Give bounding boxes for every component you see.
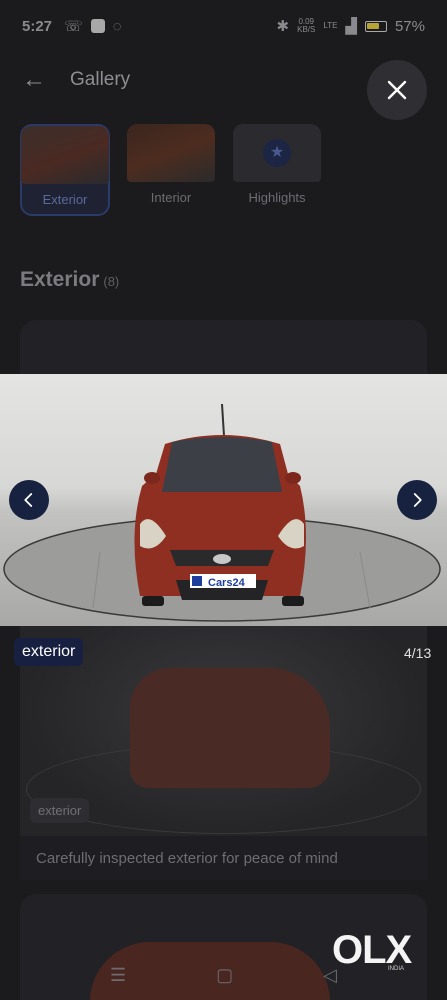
tab-exterior[interactable]: Exterior (20, 124, 110, 216)
battery-icon (364, 20, 387, 32)
category-tabs: Exterior Interior ★ Highlights (20, 124, 322, 216)
wifi-call-icon: ☏ (64, 18, 83, 35)
status-time: 5:27 (22, 17, 53, 35)
home-icon[interactable]: ▢ (216, 965, 233, 986)
olx-logo-sub: INDIA (388, 966, 405, 972)
back-arrow-icon[interactable]: ← (22, 67, 48, 93)
star-icon: ★ (263, 139, 291, 167)
previous-photo-button[interactable] (9, 480, 49, 520)
chevron-right-icon (413, 493, 422, 507)
photo-card-top (20, 320, 427, 380)
plate-text: Cars24 (208, 577, 246, 589)
tab-label: Exterior (42, 192, 88, 207)
sync-icon: ◌ (112, 17, 122, 35)
system-icons: ✱ 0.09 KB/S LTE ▟ 57% (276, 17, 425, 36)
car-side-shape (130, 668, 330, 788)
battery-percent: 57% (394, 17, 425, 35)
page-title: Gallery (70, 69, 131, 90)
status-bar: 5:27 ☏ ◌ ✱ 0.09 KB/S LTE ▟ 57% (0, 0, 447, 52)
close-button[interactable] (367, 60, 427, 120)
tab-label: Highlights (248, 190, 306, 205)
image-category-tag: exterior (14, 638, 84, 666)
chevron-left-icon (24, 493, 33, 507)
photo-tag: exterior (30, 798, 90, 823)
lte-indicator: LTE (323, 21, 338, 30)
photo-caption: Carefully inspected exterior for peace o… (36, 850, 338, 867)
signal-icon: ▟ (345, 18, 357, 35)
recents-icon[interactable]: ☰ (110, 965, 126, 986)
main-car-photo[interactable]: Cars24 (0, 374, 447, 626)
section-title: Exterior (8) (20, 268, 120, 291)
bluetooth-icon: ✱ (276, 18, 290, 35)
tab-highlights[interactable]: ★ Highlights (232, 124, 322, 216)
app-notification-icon (90, 19, 105, 33)
next-photo-button[interactable] (397, 480, 437, 520)
image-counter: 4/13 (404, 645, 432, 661)
exterior-thumbnail (21, 126, 109, 184)
net-speed: 0.09 KB/S (297, 17, 316, 34)
section-count: (8) (103, 274, 120, 289)
notification-icons: ☏ ◌ (64, 17, 122, 36)
interior-thumbnail (127, 124, 215, 182)
tab-label: Interior (150, 190, 192, 205)
highlights-thumbnail: ★ (233, 124, 321, 182)
car-front-illustration: Cars24 (3, 403, 441, 622)
tab-interior[interactable]: Interior (126, 124, 216, 216)
close-icon (387, 80, 407, 100)
